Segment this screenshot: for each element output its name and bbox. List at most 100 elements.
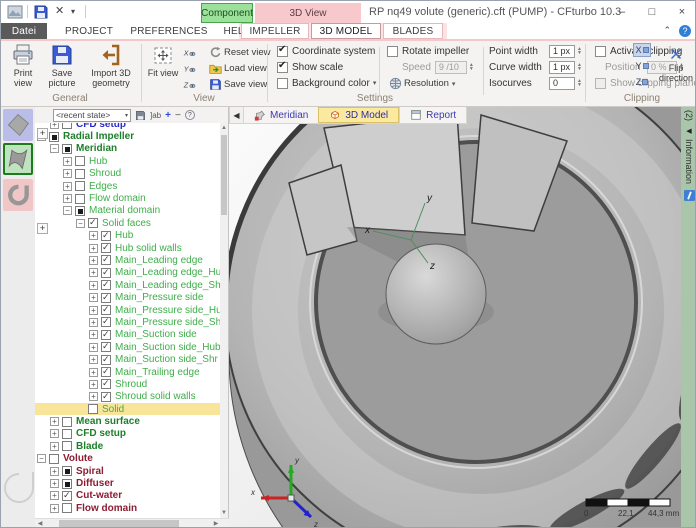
checkbox-icon[interactable]: [75, 181, 85, 191]
expander-icon[interactable]: +: [89, 318, 98, 327]
checkbox-icon[interactable]: [101, 379, 111, 389]
checkbox-icon[interactable]: [62, 417, 72, 427]
3d-viewport[interactable]: x y z x y z 0 22,: [229, 107, 681, 528]
tree-item[interactable]: + Hub: [35, 230, 221, 242]
tree-item[interactable]: + Main_Suction side: [35, 329, 221, 341]
checkbox-icon[interactable]: [101, 317, 111, 327]
minimize-button[interactable]: –: [609, 3, 635, 21]
expander-icon[interactable]: +: [50, 442, 59, 451]
expander-icon[interactable]: +: [63, 182, 72, 191]
meridian-stage-button[interactable]: [3, 109, 33, 141]
expander-icon[interactable]: +: [89, 330, 98, 339]
checkbox-icon[interactable]: [88, 218, 98, 228]
print-view-button[interactable]: Print view: [7, 43, 39, 88]
tree-item[interactable]: + Main_Leading edge: [35, 254, 221, 266]
expander-icon[interactable]: −: [37, 454, 46, 463]
expander-icon[interactable]: +: [89, 380, 98, 389]
tree-item[interactable]: Solid: [35, 403, 221, 415]
scroll-left-icon[interactable]: ◀: [35, 519, 45, 528]
checkbox-icon[interactable]: [101, 305, 111, 315]
blade-stage-button[interactable]: [3, 143, 33, 175]
rotate-impeller-checkbox[interactable]: Rotate impeller: [387, 44, 469, 58]
checkbox-icon[interactable]: [62, 441, 72, 451]
stepper-icons[interactable]: ▲▼: [577, 63, 582, 72]
close-button[interactable]: ×: [669, 3, 695, 21]
expander-icon[interactable]: +: [89, 256, 98, 265]
expander-icon[interactable]: +: [89, 268, 98, 277]
checkbox-icon[interactable]: [75, 169, 85, 179]
checkbox-icon[interactable]: [62, 123, 72, 129]
tree-item[interactable]: + Main_Suction side_Hub: [35, 341, 221, 353]
expand-panel-icon[interactable]: ◀: [686, 127, 691, 135]
tree-item[interactable]: − Solid faces: [35, 217, 221, 229]
checkbox-icon[interactable]: [62, 429, 72, 439]
isocurves-value[interactable]: 0: [549, 77, 575, 90]
tree-item[interactable]: + Flow domain: [35, 192, 221, 204]
checkbox-icon[interactable]: [75, 156, 85, 166]
checkbox-icon[interactable]: [62, 503, 72, 513]
checkbox-icon[interactable]: [62, 466, 72, 476]
coordinate-system-checkbox[interactable]: Coordinate system: [277, 44, 375, 58]
expander-icon[interactable]: +: [63, 194, 72, 203]
expander-icon[interactable]: +: [89, 368, 98, 377]
checkbox-icon[interactable]: [101, 392, 111, 402]
tab-preferences[interactable]: PREFERENCES: [125, 23, 213, 39]
point-width-spinner[interactable]: Point width 1 px ▲▼: [489, 44, 582, 58]
tree-item[interactable]: − Material domain: [35, 205, 221, 217]
checkbox-icon[interactable]: [101, 243, 111, 253]
clip-y-button[interactable]: Y: [633, 59, 651, 73]
checkbox-icon[interactable]: [88, 404, 98, 414]
save-picture-button[interactable]: Save picture: [43, 43, 81, 88]
expander-icon[interactable]: −: [63, 206, 72, 215]
reset-view-button[interactable]: Reset view: [209, 45, 270, 60]
tree-item[interactable]: + Hub: [35, 155, 221, 167]
speed-spinner[interactable]: Speed 9 /10 ▲▼: [402, 60, 474, 74]
checkbox-icon[interactable]: [101, 355, 111, 365]
tree-vertical-scrollbar[interactable]: ▲ ▼: [220, 123, 228, 518]
tab-datei[interactable]: Datei: [1, 23, 47, 39]
add-state-icon[interactable]: +: [165, 110, 171, 121]
add-stage-button[interactable]: +: [37, 128, 48, 139]
add-component-button[interactable]: +: [37, 223, 48, 234]
checkbox-icon[interactable]: [62, 144, 72, 154]
expander-icon[interactable]: +: [89, 293, 98, 302]
information-tab-label[interactable]: Information: [684, 139, 694, 184]
tab-meridian[interactable]: Meridian: [243, 107, 318, 123]
recent-state-select[interactable]: <recent state> ▾: [53, 109, 131, 122]
view-y-button[interactable]: Y: [183, 61, 205, 76]
curve-width-value[interactable]: 1 px: [549, 61, 575, 74]
tree-item[interactable]: − Radial Impeller: [35, 130, 221, 142]
fit-view-button[interactable]: Fit view: [147, 43, 179, 78]
information-side-panel[interactable]: (2) ◀ Information: [681, 107, 696, 528]
tab-scroll-left-icon[interactable]: ◀: [230, 107, 243, 123]
checkbox-icon[interactable]: [101, 280, 111, 290]
clip-x-button[interactable]: X: [633, 43, 651, 57]
stepper-icons[interactable]: ▲▼: [469, 63, 474, 72]
close-project-icon[interactable]: ✕: [55, 4, 64, 17]
expander-icon[interactable]: +: [89, 355, 98, 364]
save-view-button[interactable]: Save view: [209, 77, 267, 92]
expander-icon[interactable]: −: [50, 144, 59, 153]
checkbox-icon[interactable]: [101, 330, 111, 340]
expander-icon[interactable]: +: [50, 429, 59, 438]
stepper-icons[interactable]: ▲▼: [577, 47, 582, 56]
expander-icon[interactable]: +: [50, 467, 59, 476]
clip-z-button[interactable]: Z: [633, 75, 651, 89]
scroll-down-icon[interactable]: ▼: [220, 508, 228, 518]
tree-item[interactable]: + Main_Pressure side_Hu: [35, 304, 221, 316]
tree-item[interactable]: + Diffuser: [35, 477, 221, 489]
import-3d-geometry-button[interactable]: Import 3D geometry: [85, 43, 137, 88]
tree-horizontal-scrollbar[interactable]: ◀ ▶: [35, 518, 229, 528]
expander-icon[interactable]: +: [89, 343, 98, 352]
expander-icon[interactable]: −: [76, 219, 85, 228]
tree-item[interactable]: + Shroud: [35, 378, 221, 390]
rename-state-icon[interactable]: ]ab: [150, 111, 161, 120]
tree-item[interactable]: + Main_Leading edge_Hu: [35, 267, 221, 279]
scroll-up-icon[interactable]: ▲: [220, 123, 228, 133]
save-project-icon[interactable]: [33, 4, 49, 20]
expander-icon[interactable]: +: [50, 491, 59, 500]
expander-icon[interactable]: +: [89, 244, 98, 253]
view-x-button[interactable]: X: [183, 45, 205, 60]
expander-icon[interactable]: +: [50, 417, 59, 426]
contextual-tab-component[interactable]: Component: [201, 3, 253, 23]
